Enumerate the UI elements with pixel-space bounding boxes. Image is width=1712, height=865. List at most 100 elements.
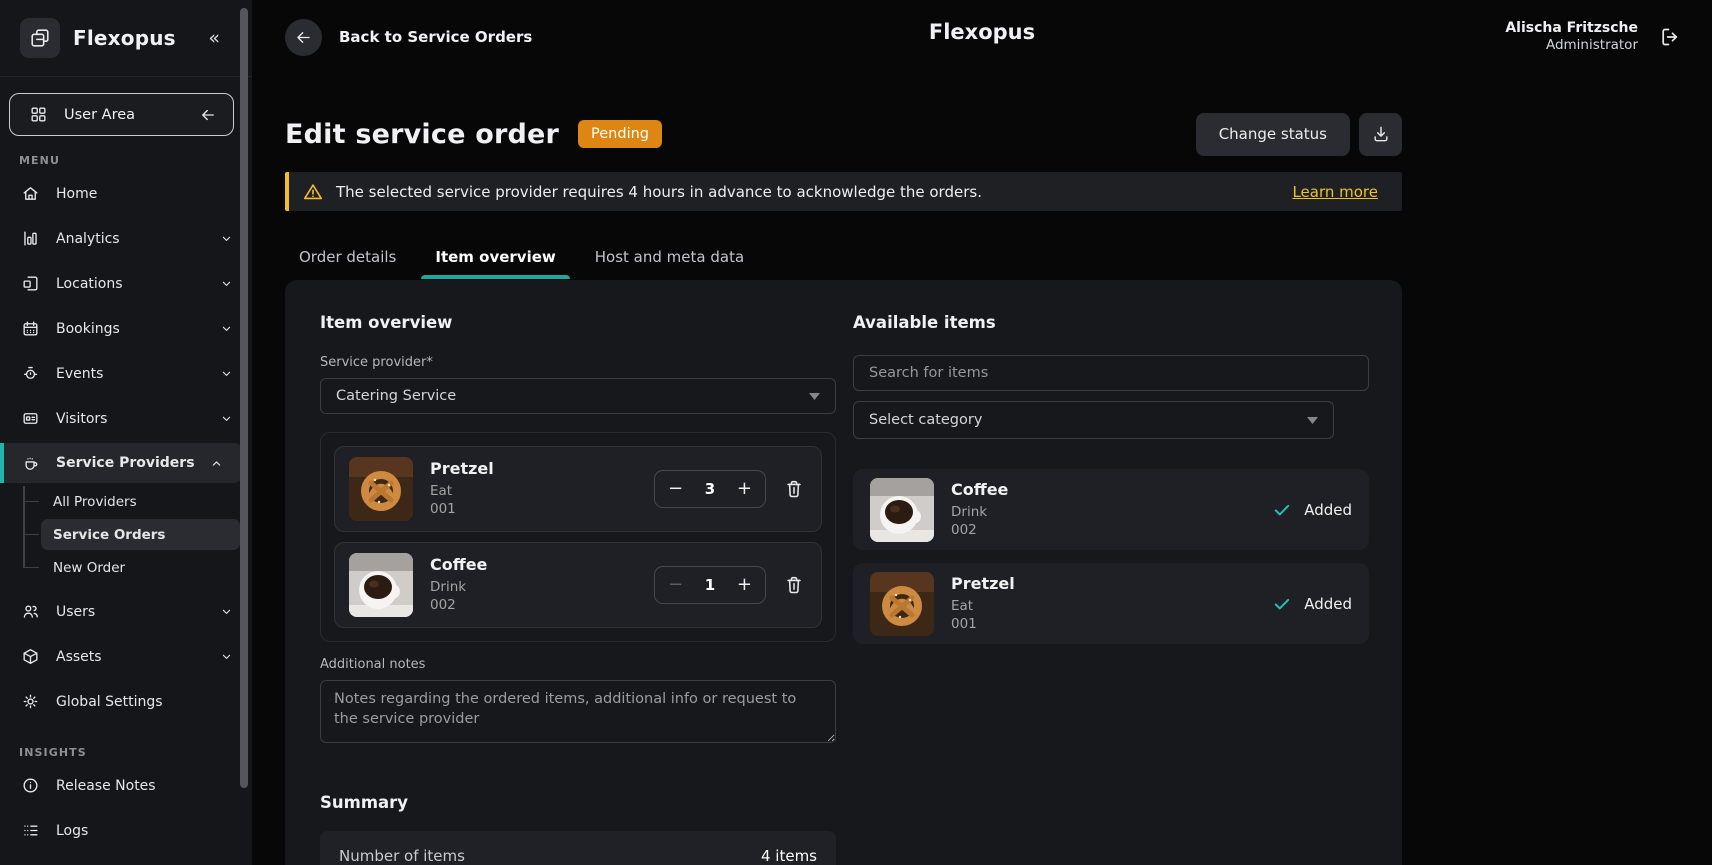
sidebar-item-global-settings[interactable]: Global Settings: [0, 679, 252, 724]
order-card: Item overview Service provider* Catering…: [285, 280, 1402, 865]
page-content: Edit service order Pending Change status…: [252, 111, 1402, 865]
item-name: Coffee: [951, 480, 1008, 499]
user-name: Alischa Fritzsche: [1505, 20, 1638, 38]
download-button[interactable]: [1359, 113, 1402, 156]
tab-host-meta-data[interactable]: Host and meta data: [581, 242, 758, 279]
visitors-id-card-icon: [21, 409, 40, 428]
chevron-down-icon: [219, 366, 234, 381]
added-status: Added: [1272, 500, 1352, 520]
coffee-cup-icon: [21, 454, 40, 473]
ordered-items-list: Pretzel Eat 001 − 3 +: [320, 432, 836, 642]
assets-cube-icon: [21, 647, 40, 666]
item-name: Pretzel: [430, 459, 494, 478]
coffee-image: [870, 478, 934, 542]
sidebar-scrollbar[interactable]: [240, 8, 248, 788]
sidebar-divider: [0, 76, 252, 77]
available-items-panel: Available items Select category: [853, 313, 1369, 865]
added-status: Added: [1272, 594, 1352, 614]
logout-button[interactable]: [1658, 25, 1682, 49]
sidebar-collapse-icon[interactable]: «: [208, 27, 234, 49]
topbar: Back to Service Orders Flexopus Alischa …: [252, 0, 1712, 74]
download-icon: [1371, 124, 1391, 144]
sidebar-item-logs[interactable]: Logs: [0, 808, 252, 853]
additional-notes-textarea[interactable]: [320, 680, 836, 743]
analytics-bars-icon: [21, 229, 40, 248]
learn-more-link[interactable]: Learn more: [1292, 183, 1378, 201]
arrow-left-icon: [199, 106, 217, 124]
page-title: Edit service order: [285, 119, 559, 150]
user-info: Alischa Fritzsche Administrator: [1505, 20, 1638, 54]
item-name: Coffee: [430, 555, 487, 574]
increase-quantity-button[interactable]: +: [737, 576, 752, 594]
service-providers-subnav: All Providers Service Orders New Order: [23, 486, 240, 583]
app-title: Flexopus: [929, 20, 1035, 44]
sidebar-item-new-order[interactable]: New Order: [41, 552, 240, 583]
sidebar-nav: Home Analytics Locations Bookings Events: [0, 171, 252, 724]
user-role: Administrator: [1505, 37, 1638, 54]
user-area-button[interactable]: User Area: [9, 93, 234, 136]
service-provider-select[interactable]: Catering Service: [320, 378, 836, 414]
app-window: Flexopus « User Area MENU Home Analytics: [0, 0, 1712, 865]
item-overview-panel: Item overview Service provider* Catering…: [320, 313, 836, 865]
sidebar-item-bookings[interactable]: Bookings: [0, 306, 252, 351]
item-code: 001: [430, 501, 494, 519]
info-circle-icon: [21, 776, 40, 795]
chevron-down-icon: [219, 649, 234, 664]
sidebar-item-visitors[interactable]: Visitors: [0, 396, 252, 441]
check-icon: [1272, 594, 1292, 614]
events-stopwatch-icon: [21, 364, 40, 383]
available-items-heading: Available items: [853, 313, 1369, 332]
page-head: Edit service order Pending Change status: [285, 111, 1402, 157]
decrease-quantity-button[interactable]: −: [668, 576, 683, 594]
item-category: Eat: [430, 483, 494, 501]
back-button[interactable]: [285, 19, 322, 56]
dropdown-caret-icon: [1307, 417, 1318, 424]
gear-icon: [21, 692, 40, 711]
sidebar-item-service-providers[interactable]: Service Providers: [0, 443, 242, 483]
check-icon: [1272, 500, 1292, 520]
sidebar-item-locations[interactable]: Locations: [0, 261, 252, 306]
tab-order-details[interactable]: Order details: [285, 242, 410, 279]
summary-row: Number of items 4 items: [339, 847, 817, 865]
user-area-label: User Area: [64, 107, 135, 123]
sidebar-item-users[interactable]: Users: [0, 589, 252, 634]
delete-item-button[interactable]: [781, 476, 807, 502]
users-people-icon: [21, 602, 40, 621]
warning-banner: The selected service provider requires 4…: [285, 172, 1402, 211]
category-select[interactable]: Select category: [853, 401, 1334, 439]
available-item-coffee[interactable]: Coffee Drink 002 Added: [853, 469, 1369, 550]
brand-title: Flexopus: [73, 26, 176, 50]
back-label[interactable]: Back to Service Orders: [339, 28, 532, 46]
change-status-button[interactable]: Change status: [1196, 113, 1350, 156]
sidebar-item-analytics[interactable]: Analytics: [0, 216, 252, 261]
dropdown-caret-icon: [809, 393, 820, 400]
item-code: 002: [430, 597, 487, 615]
available-item-pretzel[interactable]: Pretzel Eat 001 Added: [853, 563, 1369, 644]
tab-bar: Order details Item overview Host and met…: [285, 242, 1402, 279]
sidebar-item-service-orders[interactable]: Service Orders: [41, 519, 240, 550]
locations-map-icon: [21, 274, 40, 293]
delete-item-button[interactable]: [781, 572, 807, 598]
sidebar-item-events[interactable]: Events: [0, 351, 252, 396]
tab-item-overview[interactable]: Item overview: [421, 242, 569, 279]
available-items-list: Coffee Drink 002 Added: [853, 469, 1369, 644]
ordered-item-row-pretzel: Pretzel Eat 001 − 3 +: [334, 446, 822, 532]
quantity-stepper: − 3 +: [654, 470, 766, 508]
item-category: Drink: [430, 579, 487, 597]
trash-icon: [783, 574, 805, 596]
chevron-down-icon: [219, 604, 234, 619]
pretzel-image: [349, 457, 413, 521]
logs-list-icon: [21, 821, 40, 840]
sidebar-item-home[interactable]: Home: [0, 171, 252, 216]
dashboard-grid-icon: [29, 105, 48, 124]
increase-quantity-button[interactable]: +: [737, 480, 752, 498]
chevron-down-icon: [219, 231, 234, 246]
sidebar-item-assets[interactable]: Assets: [0, 634, 252, 679]
sidebar-item-release-notes[interactable]: Release Notes: [0, 763, 252, 808]
insights-section-label: INSIGHTS: [19, 746, 252, 759]
search-input[interactable]: [853, 355, 1369, 391]
decrease-quantity-button[interactable]: −: [668, 480, 683, 498]
sidebar-item-all-providers[interactable]: All Providers: [41, 486, 240, 517]
home-icon: [21, 184, 40, 203]
sidebar: Flexopus « User Area MENU Home Analytics: [0, 0, 252, 865]
